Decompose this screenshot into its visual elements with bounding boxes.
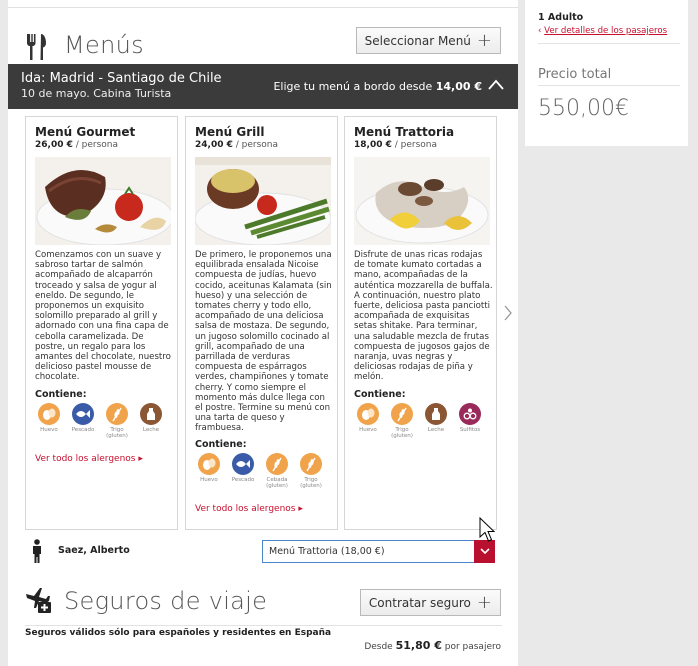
insurance-price: Desde 51,80 € por pasajero [364,639,501,652]
milk-icon [140,403,162,425]
passenger-menu-row: Saez, Alberto Menú Trattoria (18,00 €) [8,535,518,565]
allergen-egg: Huevo [195,453,223,489]
menu-card-description: Comenzamos con un suave y sabroso tartar… [35,250,171,383]
menu-select-dropdown[interactable]: Menú Trattoria (18,00 €) [262,540,495,563]
egg-icon [38,403,60,425]
egg-icon [357,403,379,425]
contains-label: Contiene: [195,439,247,450]
allergen-milk: Leche [137,403,165,439]
allergen-list: Huevo Trigo (gluten) Leche Sulfitos [354,403,484,439]
gourmet-dish-image [35,157,171,245]
dropdown-toggle[interactable] [474,540,495,563]
allergen-wheat: Trigo (gluten) [103,403,131,439]
flight-route: Ida: Madrid - Santiago de Chile [21,71,222,86]
flight-menu-min-price: 14,00 € [435,80,482,93]
person-icon [33,539,41,563]
menu-card-price: 18,00 € / persona [354,140,437,150]
all-allergens-link[interactable]: Ver todo los alergenos ▸ [195,504,303,514]
select-menu-button[interactable]: Seleccionar Menú + [355,27,501,54]
wheat-icon [391,403,413,425]
insurance-note: Seguros válidos sólo para españoles y re… [25,628,332,638]
allergen-milk: Leche [422,403,450,439]
passenger-details-link[interactable]: ‹ Ver detalles de los pasajeros [538,26,667,36]
wheat-icon [106,403,128,425]
mouse-cursor-icon [479,517,496,542]
menu-card-gourmet[interactable]: Menú Gourmet 26,00 € / persona Comenzamo… [25,116,178,530]
select-menu-label: Seleccionar Menú [364,33,471,48]
milk-icon [425,403,447,425]
menu-card-price: 24,00 € / persona [195,140,278,150]
insurance-title: Seguros de viaje [64,587,268,615]
selected-menu-value: Menú Trattoria (18,00 €) [269,546,385,557]
menu-card-title: Menú Trattoria [354,125,455,139]
menu-card-description: Disfrute de unas ricas rodajas de tomate… [354,250,493,383]
divider [538,43,680,44]
menu-card-price: 26,00 € / persona [35,140,118,150]
allergen-fish: Pescado [69,403,97,439]
menu-card-grill[interactable]: Menú Grill 24,00 € / persona De primero,… [185,116,338,530]
price-summary-panel: 1 Adulto ‹ Ver detalles de los pasajeros… [525,0,688,146]
wheat-icon [300,453,322,475]
insurance-price-value: 51,80 € [395,639,442,652]
buy-insurance-button[interactable]: Contratar seguro + [359,589,501,616]
contains-label: Contiene: [354,389,406,400]
all-allergens-link[interactable]: Ver todo los alergenos ▸ [35,454,143,464]
egg-icon [198,453,220,475]
chevron-down-icon [479,548,490,555]
allergen-egg: Huevo [35,403,63,439]
menu-card-trattoria[interactable]: Menú Trattoria 18,00 € / persona Disfrut… [344,116,497,530]
divider [538,85,680,86]
chevron-up-icon[interactable] [488,78,504,92]
barley-icon [266,453,288,475]
grill-dish-image [195,157,331,245]
allergen-barley: Cebada (gluten) [263,453,291,489]
menu-card-title: Menú Gourmet [35,125,136,139]
allergen-list: Huevo Pescado Cebada (gluten) Trigo (glu… [195,453,325,489]
divider [25,625,502,626]
allergen-egg: Huevo [354,403,382,439]
allergen-fish: Pescado [229,453,257,489]
top-divider [8,0,518,8]
trattoria-dish-image [354,157,490,245]
buy-insurance-label: Contratar seguro [368,595,471,610]
allergen-wheat: Trigo (gluten) [297,453,325,489]
insurance-header: Seguros de viaje Contratar seguro + [8,582,518,626]
chevron-right-icon[interactable] [503,305,513,321]
total-price-value: 550,00€ [538,96,629,121]
fish-icon [72,403,94,425]
cutlery-icon [27,34,46,60]
passenger-count: 1 Adulto [538,12,584,23]
menus-header: Menús Seleccionar Menú + [8,24,518,68]
contains-label: Contiene: [35,389,87,400]
flight-bar[interactable]: Ida: Madrid - Santiago de Chile 10 de ma… [8,64,518,109]
flight-menu-prompt: Elige tu menú a bordo desde 14,00 € [273,80,482,93]
allergen-sulfites: Sulfitos [456,403,484,439]
fish-icon [232,453,254,475]
plus-icon: + [476,591,492,613]
menu-card-description: De primero, le proponemos una equilibrad… [195,250,332,434]
sulfites-icon [459,403,481,425]
total-price-label: Precio total [538,67,612,82]
menu-card-title: Menú Grill [195,125,265,139]
allergen-list: Huevo Pescado Trigo (gluten) Leche [35,403,165,439]
plus-icon: + [476,29,492,51]
allergen-wheat: Trigo (gluten) [388,403,416,439]
passenger-name: Saez, Alberto [58,545,130,556]
plane-medical-icon [26,588,51,613]
menus-title: Menús [64,31,144,59]
flight-date-cabin: 10 de mayo. Cabina Turista [21,87,172,100]
